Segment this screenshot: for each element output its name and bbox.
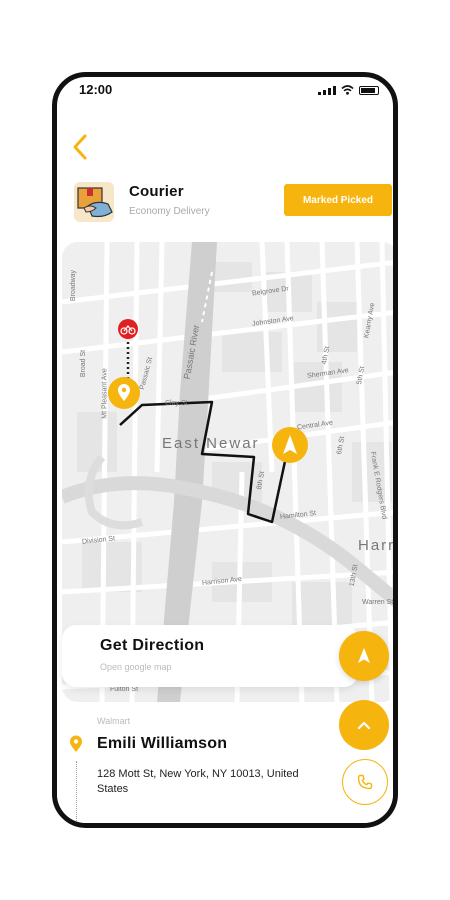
status-icons <box>318 85 379 95</box>
bike-marker-icon <box>118 319 138 339</box>
courier-avatar <box>74 182 114 222</box>
signal-icon <box>318 85 336 95</box>
street-label: Fulton St <box>110 686 139 693</box>
customer-name: Emili Williamson <box>97 735 228 752</box>
direction-subtitle: Open google map <box>100 662 172 672</box>
street-label: Broad St <box>80 349 88 378</box>
delivery-address: 128 Mott St, New York, NY 10013, United … <box>97 768 299 795</box>
street-label: Warren St <box>362 599 394 606</box>
location-pin-icon <box>70 735 82 752</box>
phone-frame: 12:00 Courier Economy Delivery Marked Pi… <box>52 72 398 828</box>
courier-subtitle: Economy Delivery <box>129 206 210 217</box>
courier-title: Courier <box>129 183 184 200</box>
marked-picked-button[interactable]: Marked Picked <box>284 184 392 216</box>
navigation-arrow-icon <box>358 648 370 663</box>
route-connector <box>76 761 77 823</box>
battery-icon <box>359 86 379 95</box>
status-time: 12:00 <box>79 82 113 97</box>
status-bar: 12:00 <box>57 77 393 107</box>
phone-icon <box>357 774 373 790</box>
courier-header: Courier Economy Delivery Marked Picked <box>74 182 392 224</box>
call-button[interactable] <box>342 759 388 805</box>
street-label: Clay St <box>165 400 188 407</box>
wifi-icon <box>341 85 354 95</box>
chevron-up-icon <box>357 721 371 730</box>
expand-button[interactable] <box>339 700 389 750</box>
chevron-left-icon <box>73 134 87 160</box>
direction-title: Get Direction <box>100 637 205 654</box>
package-hand-icon <box>74 182 114 222</box>
store-name: Walmart <box>97 716 131 726</box>
street-label: Mt Pleasant Ave <box>101 368 109 419</box>
navigate-button[interactable] <box>339 631 389 681</box>
pickup-pin-icon <box>108 377 140 409</box>
street-label: Broadway <box>70 269 78 302</box>
back-button[interactable] <box>67 132 93 162</box>
area-label: Harr <box>358 537 396 554</box>
destination-marker-icon <box>272 427 308 463</box>
area-label: East Newar <box>162 435 260 452</box>
get-direction-card[interactable]: Get Direction Open google map <box>62 625 358 687</box>
